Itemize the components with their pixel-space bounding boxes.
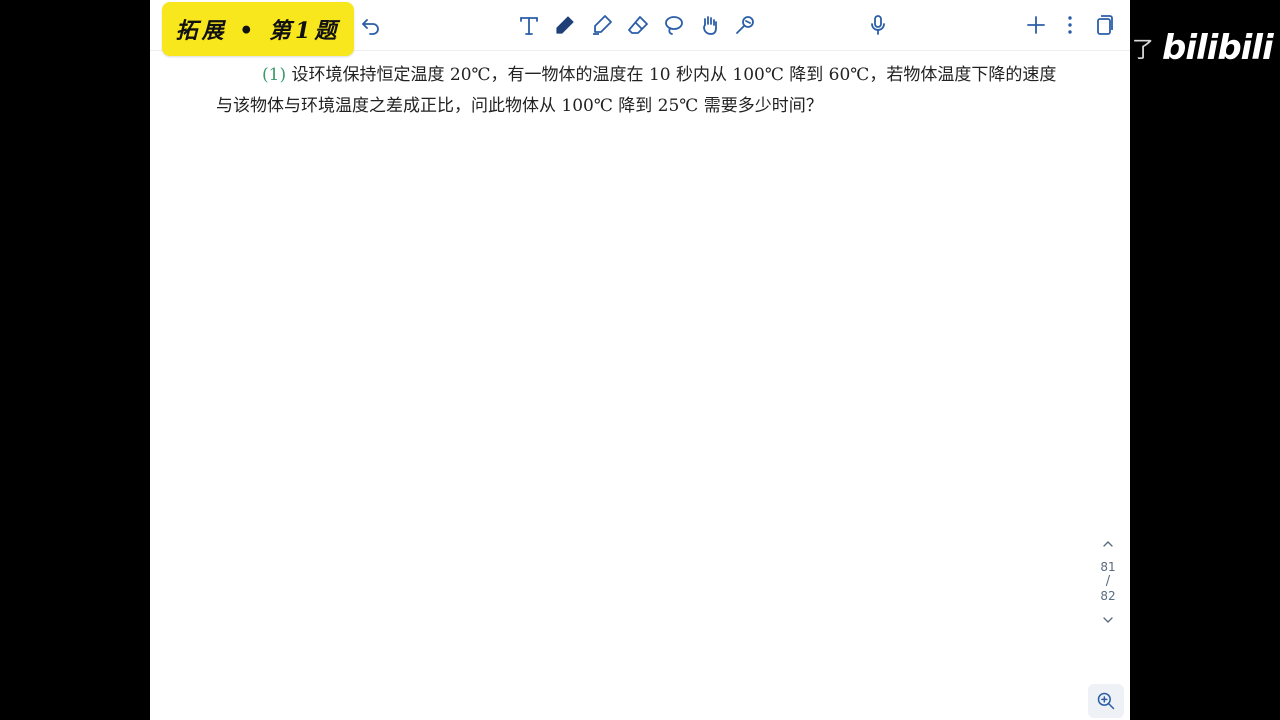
watermark-char: 了 <box>1132 38 1155 63</box>
lasso-tool-icon[interactable] <box>661 12 687 38</box>
page-down-button[interactable] <box>1090 612 1126 636</box>
question-number: (1) <box>262 65 287 85</box>
pages-icon[interactable] <box>1092 12 1118 38</box>
shape-tool-icon[interactable] <box>732 12 758 38</box>
question-text: 设环境保持恒定温度 20℃，有一物体的温度在 10 秒内从 100℃ 降到 60… <box>216 65 1057 116</box>
bilibili-logo: bilibili <box>1162 28 1274 68</box>
page-navigator: 81 / 82 <box>1090 536 1126 656</box>
current-page-number: 81 <box>1100 560 1116 574</box>
highlighter-tool-icon[interactable] <box>589 12 615 38</box>
microphone-icon[interactable] <box>865 12 891 38</box>
hand-tool-icon[interactable] <box>697 12 723 38</box>
left-black-bar <box>0 0 150 720</box>
total-page-number: 82 <box>1100 589 1116 603</box>
zoom-in-icon <box>1097 692 1115 710</box>
right-black-bar <box>1130 0 1280 720</box>
bilibili-watermark: 了 bilibili <box>1132 28 1274 68</box>
eraser-tool-icon[interactable] <box>625 12 651 38</box>
page-up-button[interactable] <box>1090 536 1126 560</box>
more-icon[interactable] <box>1057 12 1083 38</box>
page-separator: / <box>1105 574 1111 589</box>
text-tool-icon[interactable] <box>516 12 542 38</box>
question-text-block: (1) 设环境保持恒定温度 20℃，有一物体的温度在 10 秒内从 100℃ 降… <box>216 60 1066 122</box>
zoom-in-button[interactable] <box>1088 684 1124 718</box>
undo-icon[interactable] <box>358 12 384 38</box>
note-page[interactable]: 拓展 • 第1题 (1) 设环境保持恒定温度 20℃，有一物体的温度在 10 秒… <box>150 0 1130 720</box>
page-title-badge: 拓展 • 第1题 <box>162 2 354 56</box>
pen-tool-icon[interactable] <box>552 12 578 38</box>
add-icon[interactable] <box>1023 12 1049 38</box>
